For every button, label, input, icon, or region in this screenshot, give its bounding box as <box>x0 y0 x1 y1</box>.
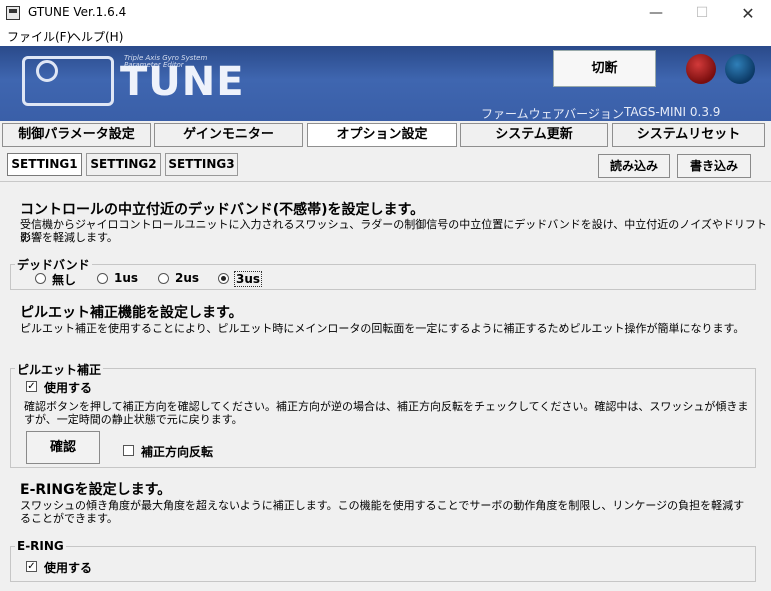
logo-circle-icon <box>36 60 58 82</box>
header-banner: Triple Axis Gyro System Parameter Editor… <box>0 46 771 121</box>
status-led-blue <box>725 54 755 84</box>
tab-system-reset[interactable]: システムリセット <box>612 123 765 147</box>
firmware-version: TAGS-MINI 0.3.9 <box>624 105 721 119</box>
ering-desc-1: スワッシュの傾き角度が最大角度を超えないように補正します。この機能を使用すること… <box>20 499 745 512</box>
minimize-button[interactable]: — <box>633 0 679 27</box>
pirouette-use-label: 使用する <box>44 381 93 395</box>
tab-system-update[interactable]: システム更新 <box>460 123 608 147</box>
close-button[interactable]: ✕ <box>725 0 771 27</box>
deadband-label-2us: 2us <box>175 271 200 285</box>
deadband-desc-2: 影響を軽減します。 <box>20 231 118 244</box>
reverse-direction-checkbox[interactable] <box>123 445 134 456</box>
ering-use-checkbox[interactable]: ✓ <box>26 561 37 572</box>
divider <box>0 181 771 182</box>
deadband-radio-3us[interactable] <box>218 273 229 284</box>
write-button[interactable]: 書き込み <box>677 154 751 178</box>
tab-gain-monitor[interactable]: ゲインモニター <box>154 123 303 147</box>
tab-setting3[interactable]: SETTING3 <box>165 153 238 176</box>
tab-setting2[interactable]: SETTING2 <box>86 153 161 176</box>
ering-group <box>10 546 756 582</box>
ering-use-label: 使用する <box>44 561 93 575</box>
firmware-label: ファームウェアバージョン <box>481 107 624 121</box>
menu-bar: ファイル(F) ヘルプ(H) <box>0 27 771 46</box>
title-bar: GTUNE Ver.1.6.4 — ☐ ✕ <box>0 0 771 27</box>
ering-heading: E-RINGを設定します。 <box>20 482 172 498</box>
deadband-radio-2us[interactable] <box>158 273 169 284</box>
deadband-heading: コントロールの中立付近のデッドバンド(不感帯)を設定します。 <box>20 202 425 218</box>
pirouette-instr-2: すが、一定時間の静止状態で元に戻ります。 <box>24 413 243 426</box>
read-button[interactable]: 読み込み <box>598 154 670 178</box>
status-led-red <box>686 54 716 84</box>
deadband-label-none: 無し <box>52 273 77 287</box>
ering-desc-2: ることができます。 <box>20 512 118 525</box>
pirouette-desc: ピルエット補正を使用することにより、ピルエット時にメインロータの回転面を一定にす… <box>20 322 745 335</box>
deadband-label-1us: 1us <box>114 271 139 285</box>
deadband-radio-1us[interactable] <box>97 273 108 284</box>
app-icon <box>6 6 20 20</box>
tab-control-params[interactable]: 制御パラメータ設定 <box>2 123 151 147</box>
pirouette-heading: ピルエット補正機能を設定します。 <box>20 305 243 321</box>
pirouette-group-label: ピルエット補正 <box>15 361 104 378</box>
pirouette-instr-1: 確認ボタンを押して補正方向を確認してください。補正方向が逆の場合は、補正方向反転… <box>24 400 749 413</box>
tab-setting1[interactable]: SETTING1 <box>7 153 82 176</box>
menu-file[interactable]: ファイル(F) <box>7 28 71 45</box>
reverse-direction-label: 補正方向反転 <box>141 445 214 459</box>
window-title: GTUNE Ver.1.6.4 <box>28 5 127 19</box>
tab-options[interactable]: オプション設定 <box>307 123 457 147</box>
pirouette-use-checkbox[interactable]: ✓ <box>26 381 37 392</box>
deadband-label-3us: 3us <box>234 271 263 287</box>
deadband-desc-1: 受信機からジャイロコントロールユニットに入力されるスワッシュ、ラダーの制御信号の… <box>20 218 767 244</box>
logo-mark <box>22 56 114 106</box>
logo-text: TUNE <box>120 59 245 105</box>
deadband-radio-none[interactable] <box>35 273 46 284</box>
confirm-button[interactable]: 確認 <box>26 431 100 464</box>
disconnect-button[interactable]: 切断 <box>553 50 656 87</box>
menu-help[interactable]: ヘルプ(H) <box>69 28 123 45</box>
maximize-button[interactable]: ☐ <box>679 0 725 27</box>
ering-group-label: E-RING <box>15 539 66 553</box>
